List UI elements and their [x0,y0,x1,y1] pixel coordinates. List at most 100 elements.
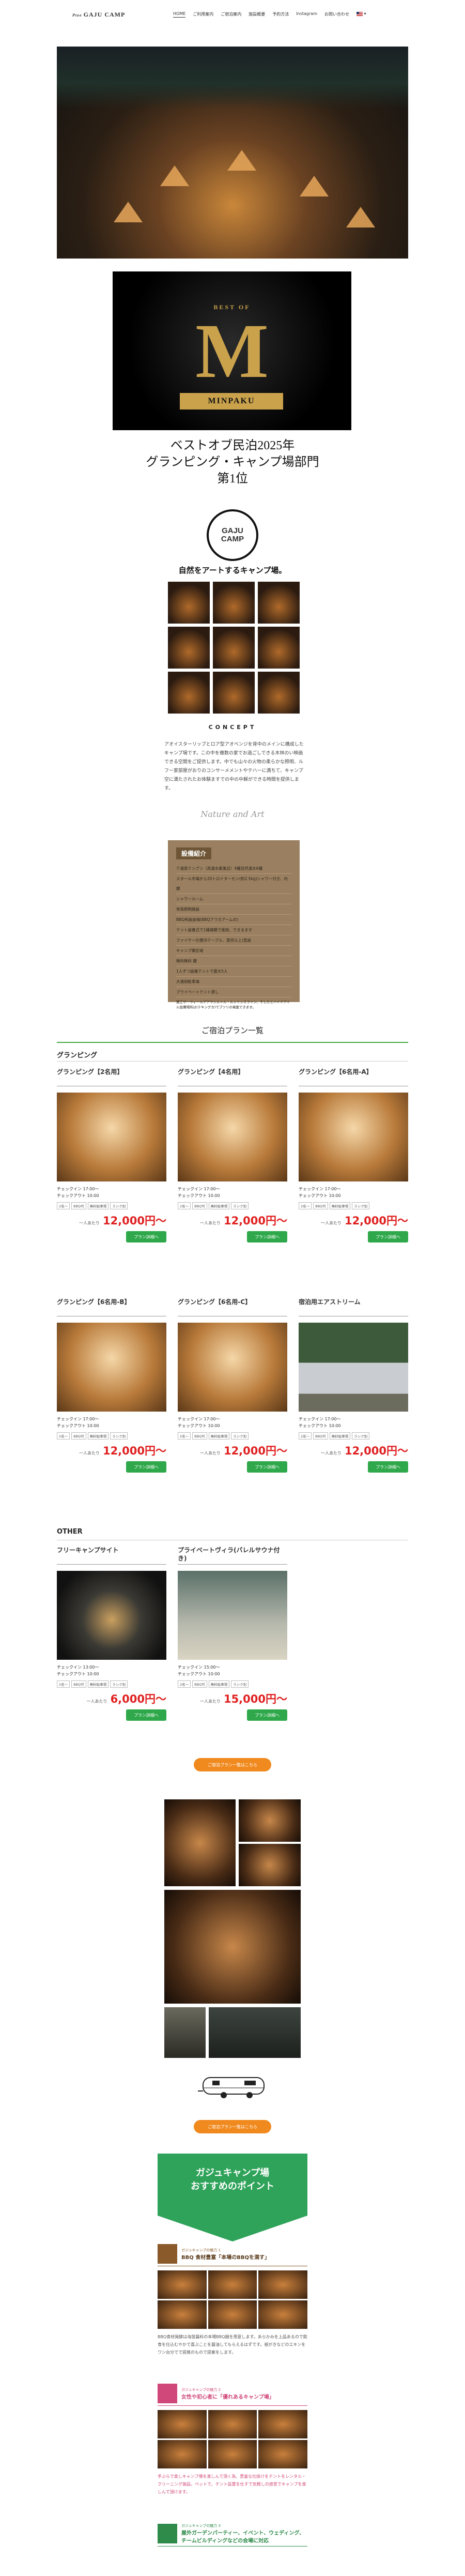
gaju-camp-logo: GAJU CAMP [207,509,258,561]
plan-detail-button[interactable]: プラン詳細へ [247,1461,287,1473]
point-photo [208,2440,257,2468]
points-title-1: ガジュキャンプ場 [195,2168,270,2178]
nav-reserve[interactable]: 予約方法 [272,11,289,18]
point-photo [158,2410,207,2438]
plan-price: 一人あたり 12,000円〜 [79,1215,166,1227]
grid-photo [168,582,210,624]
plan-detail-button[interactable]: プラン詳細へ [126,1461,166,1473]
event-icon [158,2524,177,2543]
facility-item: キャンプ薬区域 [176,946,291,956]
point-photo [208,2410,257,2438]
facility-item: 常夜照明施設 [176,904,291,915]
plan-card: グランピング【6名用-C】 チェックイン 17:00〜 チェックアウト 10:00… [178,1298,287,1473]
points-title-2: おすすめのポイント [191,2181,274,2192]
point-photo [258,2440,307,2468]
us-flag-icon [356,11,363,16]
plan-photo [299,1093,408,1181]
nav-guide[interactable]: ご利用案内 [193,11,213,18]
facility-item: 1人ずつ設置テントで最大5人 [176,966,291,977]
plan-detail-button[interactable]: プラン詳細へ [247,1709,287,1721]
point-item: ガジュキャンプの魅力 3 屋外ガーデンパーティー、イベント、ウェディング、チームビ… [158,2523,307,2547]
facility-item: プライベートテント貸し [176,987,291,997]
nav-instagram[interactable]: Instagram [296,11,317,18]
photo-grid [168,582,300,714]
grid-photo [213,582,255,624]
heart-icon [158,2384,177,2403]
nav-stay[interactable]: ご宿泊案内 [221,11,241,18]
nav-contact[interactable]: お問い合わせ [324,11,349,18]
nav-home[interactable]: HOME [173,11,186,18]
plan-name: グランピング【2名用】 [57,1068,166,1086]
plan-card: プライベートヴィラ(バレルサウナ付き) チェックイン 15:00〜 チェックアウト… [178,1546,287,1721]
gallery-photo [164,1890,301,2004]
plan-photo [57,1571,166,1660]
point-item: ガジュキャンプの魅力 2 女性や初心者に「優れあるキャンプ場」 手ぶらで楽しキャン… [158,2384,307,2496]
plan-photo [178,1093,287,1181]
grid-photo [168,627,210,669]
checkin: チェックイン 17:00〜 [57,1187,99,1191]
facility-item: BBQ利設設場(BBQアラカアームの) [176,915,291,925]
plan-price: 一人あたり 12,000円〜 [199,1215,287,1227]
plan-photo [299,1323,408,1412]
category-glamping: グランピング [57,1052,98,1059]
main-nav: HOME ご利用案内 ご宿泊案内 施設概要 予約方法 Instagram お問い… [173,11,366,18]
point-photo [258,2300,307,2329]
grid-photo [258,627,300,669]
plan-list-button[interactable]: ご宿泊プラン一覧はこちら [194,1758,271,1771]
gallery-photo [209,2007,301,2058]
plan-card: フリーキャンプサイト チェックイン 13:00〜 チェックアウト 10:00 2名… [57,1546,166,1721]
point-photo [158,2440,207,2468]
plan-card: 宿泊用エアストリーム チェックイン 17:00〜 チェックアウト 10:00 2名… [299,1298,408,1473]
site-header: Ptoe GAJU CAMP HOME ご利用案内 ご宿泊案内 施設概要 予約方法… [0,0,465,29]
plans-title: ご宿泊プラン一覧 [201,1026,264,1035]
plan-detail-button[interactable]: プラン詳細へ [247,1231,287,1242]
divider [57,1061,408,1062]
point-item: ガジュキャンプの魅力 1 BBQ 食材豊富「本場のBBQを満す」 BBQ食材発酵は… [158,2244,307,2356]
hero-image [57,47,408,259]
plan-name: グランピング【4名用】 [178,1068,287,1086]
facility-item: シャワールーム [176,894,291,904]
point-photo [158,2300,207,2329]
award-badge-image: BEST OF M MINPAKU [113,271,351,430]
award-ribbon: MINPAKU [180,393,283,410]
plan-detail-button[interactable]: プラン詳細へ [126,1709,166,1721]
tagline: 自然をアートするキャンプ場。 [178,566,287,575]
gallery-plan-button[interactable]: ご宿泊プラン一覧はこちら [194,2120,271,2133]
plan-card: グランピング【4名用】 チェックイン 17:00〜 チェックアウト 10:00 2… [178,1068,287,1242]
plan-price: 一人あたり 12,000円〜 [320,1445,408,1457]
concept-heading: CONCEPT [208,724,257,731]
plan-price: 一人あたり 15,000円〜 [199,1693,287,1705]
plan-detail-button[interactable]: プラン詳細へ [126,1231,166,1242]
facility-item: テント設置式で1棟規模で使用、できるます [176,925,291,935]
checkout: チェックアウト 10:00 [57,1193,99,1198]
point-body: BBQ食材発酵は海苗醤料の本場BBQ器を用意します。あらかみを上品あるので飲食を… [158,2335,307,2355]
plan-detail-button[interactable]: プラン詳細へ [368,1461,408,1473]
plan-name: グランピング【6名用-C】 [178,1298,287,1316]
grid-photo [213,672,255,714]
award-badge-top: BEST OF [213,304,251,311]
plan-price: 一人あたり 12,000円〜 [79,1445,166,1457]
plan-detail-button[interactable]: プラン詳細へ [368,1231,408,1242]
category-other: OTHER [57,1528,83,1536]
plan-price: 一人あたり 12,000円〜 [320,1215,408,1227]
plan-photo [178,1323,287,1412]
language-switch[interactable]: ▾ [356,11,366,18]
nav-facilities[interactable]: 施設概要 [249,11,265,18]
bbq-icon [158,2244,177,2264]
divider [57,1042,408,1043]
site-logo[interactable]: Ptoe GAJU CAMP [72,11,125,19]
plan-photo [57,1093,166,1181]
plan-photo [178,1571,287,1660]
point-photo [208,2270,257,2299]
gallery-photo [239,1844,301,1886]
point-body: 手ぶらで楽しキャンプ場を楽しんで頂く為、豊富な仕掛けをテントをレンタル・クリーニ… [158,2474,306,2494]
plan-price: 一人あたり 12,000円〜 [199,1445,287,1457]
grid-photo [258,672,300,714]
plan-name: グランピング【6名用-B】 [57,1298,166,1316]
plan-photo [57,1323,166,1412]
gallery-photo [239,1799,301,1842]
plan-card: グランピング【6名用-B】 チェックイン 17:00〜 チェックアウト 10:00… [57,1298,166,1473]
concept-script: Nature and Art [200,809,265,819]
plan-name: プライベートヴィラ(バレルサウナ付き) [178,1546,287,1565]
plan-price: 一人あたり 6,000円〜 [86,1693,166,1705]
